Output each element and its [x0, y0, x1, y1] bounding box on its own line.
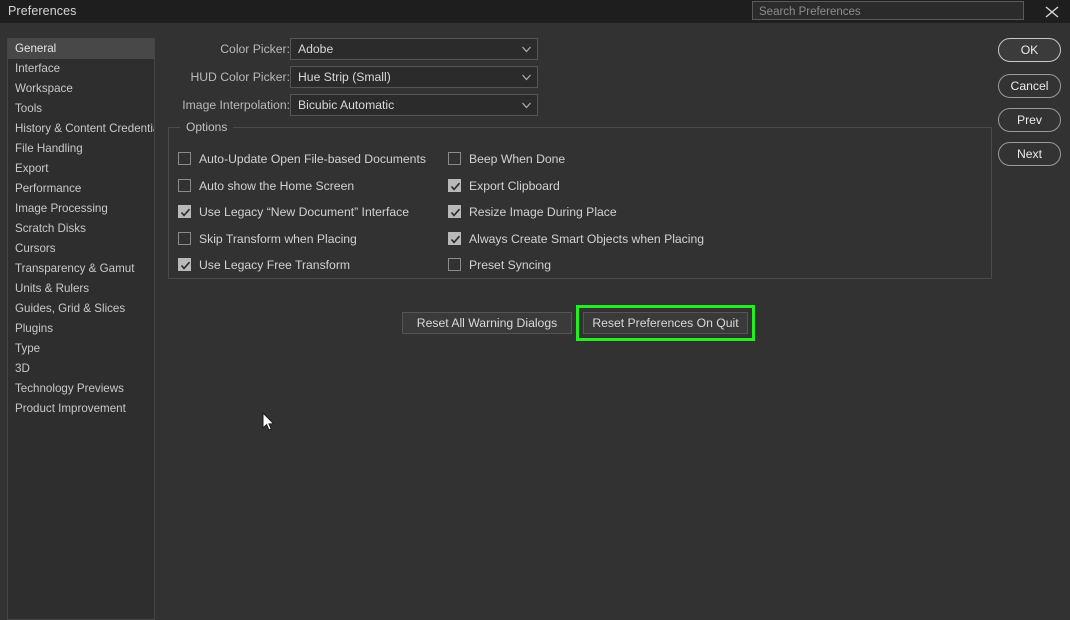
- options-group-box: Auto-Update Open File-based Documents Aut…: [168, 127, 992, 279]
- sidebar-item-label: Guides, Grid & Slices: [15, 302, 125, 315]
- search-field-wrapper[interactable]: [752, 1, 1024, 20]
- options-group-label: Options: [180, 120, 233, 134]
- sidebar-item-label: History & Content Credentials: [15, 122, 155, 135]
- title-bar: Preferences: [0, 0, 1070, 23]
- chevron-down-icon: [522, 74, 531, 81]
- ok-button[interactable]: OK: [998, 38, 1061, 62]
- sidebar-item-transparency-gamut[interactable]: Transparency & Gamut: [8, 259, 154, 279]
- field-label-hud-color-picker: HUD Color Picker:: [190, 66, 290, 88]
- mouse-cursor: [262, 412, 276, 432]
- option-label: Preset Syncing: [469, 256, 551, 274]
- sidebar-item-label: Tools: [15, 102, 42, 115]
- next-button[interactable]: Next: [998, 142, 1061, 166]
- sidebar-item-cursors[interactable]: Cursors: [8, 239, 154, 259]
- preferences-body: General Interface Workspace Tools History & …: [0, 23, 1070, 609]
- checkbox-unchecked-icon[interactable]: [178, 232, 191, 245]
- sidebar-item-guides-grid-slices[interactable]: Guides, Grid & Slices: [8, 299, 154, 319]
- checkbox-unchecked-icon[interactable]: [178, 179, 191, 192]
- field-row-color-picker: Color Picker: Adobe: [168, 38, 548, 60]
- sidebar-item-label: Units & Rulers: [15, 282, 89, 295]
- hud-color-picker-value: Hue Strip (Small): [298, 67, 391, 87]
- sidebar-item-label: Plugins: [15, 322, 53, 335]
- option-label: Resize Image During Place: [469, 203, 617, 221]
- option-label: Always Create Smart Objects when Placing: [469, 230, 704, 248]
- hud-color-picker-select[interactable]: Hue Strip (Small): [290, 66, 538, 88]
- option-label: Beep When Done: [469, 150, 565, 168]
- close-glyph: [1045, 6, 1059, 18]
- sidebar-item-product-improvement[interactable]: Product Improvement: [8, 399, 154, 419]
- sidebar-item-label: Performance: [15, 182, 81, 195]
- sidebar-item-file-handling[interactable]: File Handling: [8, 139, 154, 159]
- sidebar-item-label: 3D: [15, 362, 30, 375]
- checkbox-checked-icon[interactable]: [178, 205, 191, 218]
- checkbox-unchecked-icon[interactable]: [178, 152, 191, 165]
- checkbox-unchecked-icon[interactable]: [448, 258, 461, 271]
- sidebar-item-label: Interface: [15, 62, 60, 75]
- field-row-hud-color-picker: HUD Color Picker: Hue Strip (Small): [168, 66, 548, 88]
- sidebar-item-label: Product Improvement: [15, 402, 126, 415]
- sidebar-item-label: General: [15, 42, 56, 55]
- option-label: Skip Transform when Placing: [199, 230, 357, 248]
- option-label: Export Clipboard: [469, 177, 560, 195]
- checkbox-checked-icon[interactable]: [448, 205, 461, 218]
- sidebar-item-workspace[interactable]: Workspace: [8, 79, 154, 99]
- sidebar-item-history-content-credentials[interactable]: History & Content Credentials: [8, 119, 154, 139]
- page-title: Preferences: [8, 4, 77, 18]
- sidebar-item-label: Image Processing: [15, 202, 108, 215]
- field-label-color-picker: Color Picker:: [220, 38, 290, 60]
- option-label: Use Legacy “New Document” Interface: [199, 203, 409, 221]
- image-interpolation-value: Bicubic Automatic: [298, 95, 394, 115]
- sidebar-item-label: Type: [15, 342, 40, 355]
- sidebar-item-label: Cursors: [15, 242, 56, 255]
- sidebar-item-label: Scratch Disks: [15, 222, 86, 235]
- color-picker-value: Adobe: [298, 39, 333, 59]
- sidebar-item-export[interactable]: Export: [8, 159, 154, 179]
- field-row-image-interpolation: Image Interpolation: Bicubic Automatic: [168, 94, 548, 116]
- cancel-button[interactable]: Cancel: [998, 74, 1061, 98]
- sidebar-item-interface[interactable]: Interface: [8, 59, 154, 79]
- sidebar-item-3d[interactable]: 3D: [8, 359, 154, 379]
- sidebar-item-type[interactable]: Type: [8, 339, 154, 359]
- sidebar-item-tools[interactable]: Tools: [8, 99, 154, 119]
- sidebar-item-image-processing[interactable]: Image Processing: [8, 199, 154, 219]
- color-picker-select[interactable]: Adobe: [290, 38, 538, 60]
- reset-preferences-on-quit-button[interactable]: Reset Preferences On Quit: [583, 312, 748, 334]
- close-icon[interactable]: [1040, 1, 1064, 22]
- search-input[interactable]: [753, 4, 1023, 21]
- option-label: Use Legacy Free Transform: [199, 256, 350, 274]
- chevron-down-icon: [522, 102, 531, 109]
- sidebar-item-label: Workspace: [15, 82, 73, 95]
- category-sidebar[interactable]: General Interface Workspace Tools History & …: [7, 38, 155, 620]
- sidebar-item-label: Technology Previews: [15, 382, 124, 395]
- sidebar-item-label: File Handling: [15, 142, 83, 155]
- sidebar-item-technology-previews[interactable]: Technology Previews: [8, 379, 154, 399]
- sidebar-item-general[interactable]: General: [8, 39, 154, 59]
- checkbox-unchecked-icon[interactable]: [448, 152, 461, 165]
- sidebar-item-performance[interactable]: Performance: [8, 179, 154, 199]
- chevron-down-icon: [522, 46, 531, 53]
- sidebar-item-units-rulers[interactable]: Units & Rulers: [8, 279, 154, 299]
- sidebar-item-scratch-disks[interactable]: Scratch Disks: [8, 219, 154, 239]
- reset-all-warning-dialogs-button[interactable]: Reset All Warning Dialogs: [402, 312, 572, 334]
- sidebar-item-label: Export: [15, 162, 49, 175]
- prev-button[interactable]: Prev: [998, 108, 1061, 132]
- checkbox-checked-icon[interactable]: [178, 258, 191, 271]
- image-interpolation-select[interactable]: Bicubic Automatic: [290, 94, 538, 116]
- checkbox-checked-icon[interactable]: [448, 179, 461, 192]
- sidebar-item-label: Transparency & Gamut: [15, 262, 134, 275]
- option-label: Auto-Update Open File-based Documents: [199, 150, 426, 168]
- field-label-image-interpolation: Image Interpolation:: [182, 94, 290, 116]
- sidebar-item-plugins[interactable]: Plugins: [8, 319, 154, 339]
- checkbox-checked-icon[interactable]: [448, 232, 461, 245]
- option-label: Auto show the Home Screen: [199, 177, 354, 195]
